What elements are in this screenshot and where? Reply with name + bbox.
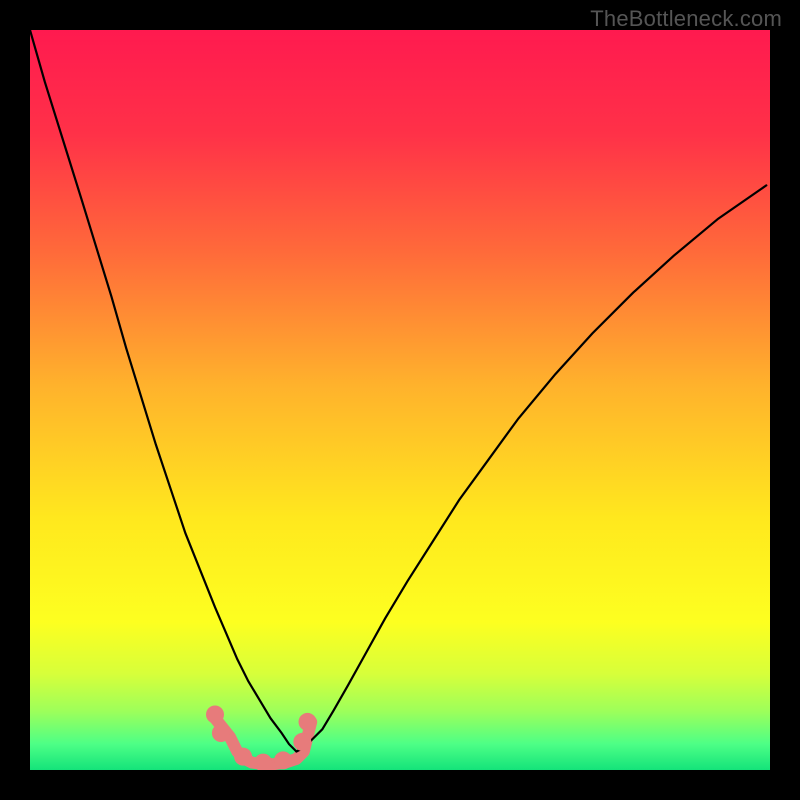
curve-left xyxy=(30,30,296,752)
data-point xyxy=(234,748,252,766)
data-point xyxy=(212,724,230,742)
data-point xyxy=(299,713,317,731)
chart-frame: TheBottleneck.com xyxy=(0,0,800,800)
plot-area xyxy=(30,30,770,770)
chart-svg-layer xyxy=(30,30,770,770)
data-point xyxy=(274,751,292,769)
watermark-text: TheBottleneck.com xyxy=(590,6,782,32)
curve-right xyxy=(296,185,766,751)
data-point xyxy=(254,754,272,770)
data-point xyxy=(206,706,224,724)
data-point xyxy=(293,733,311,751)
